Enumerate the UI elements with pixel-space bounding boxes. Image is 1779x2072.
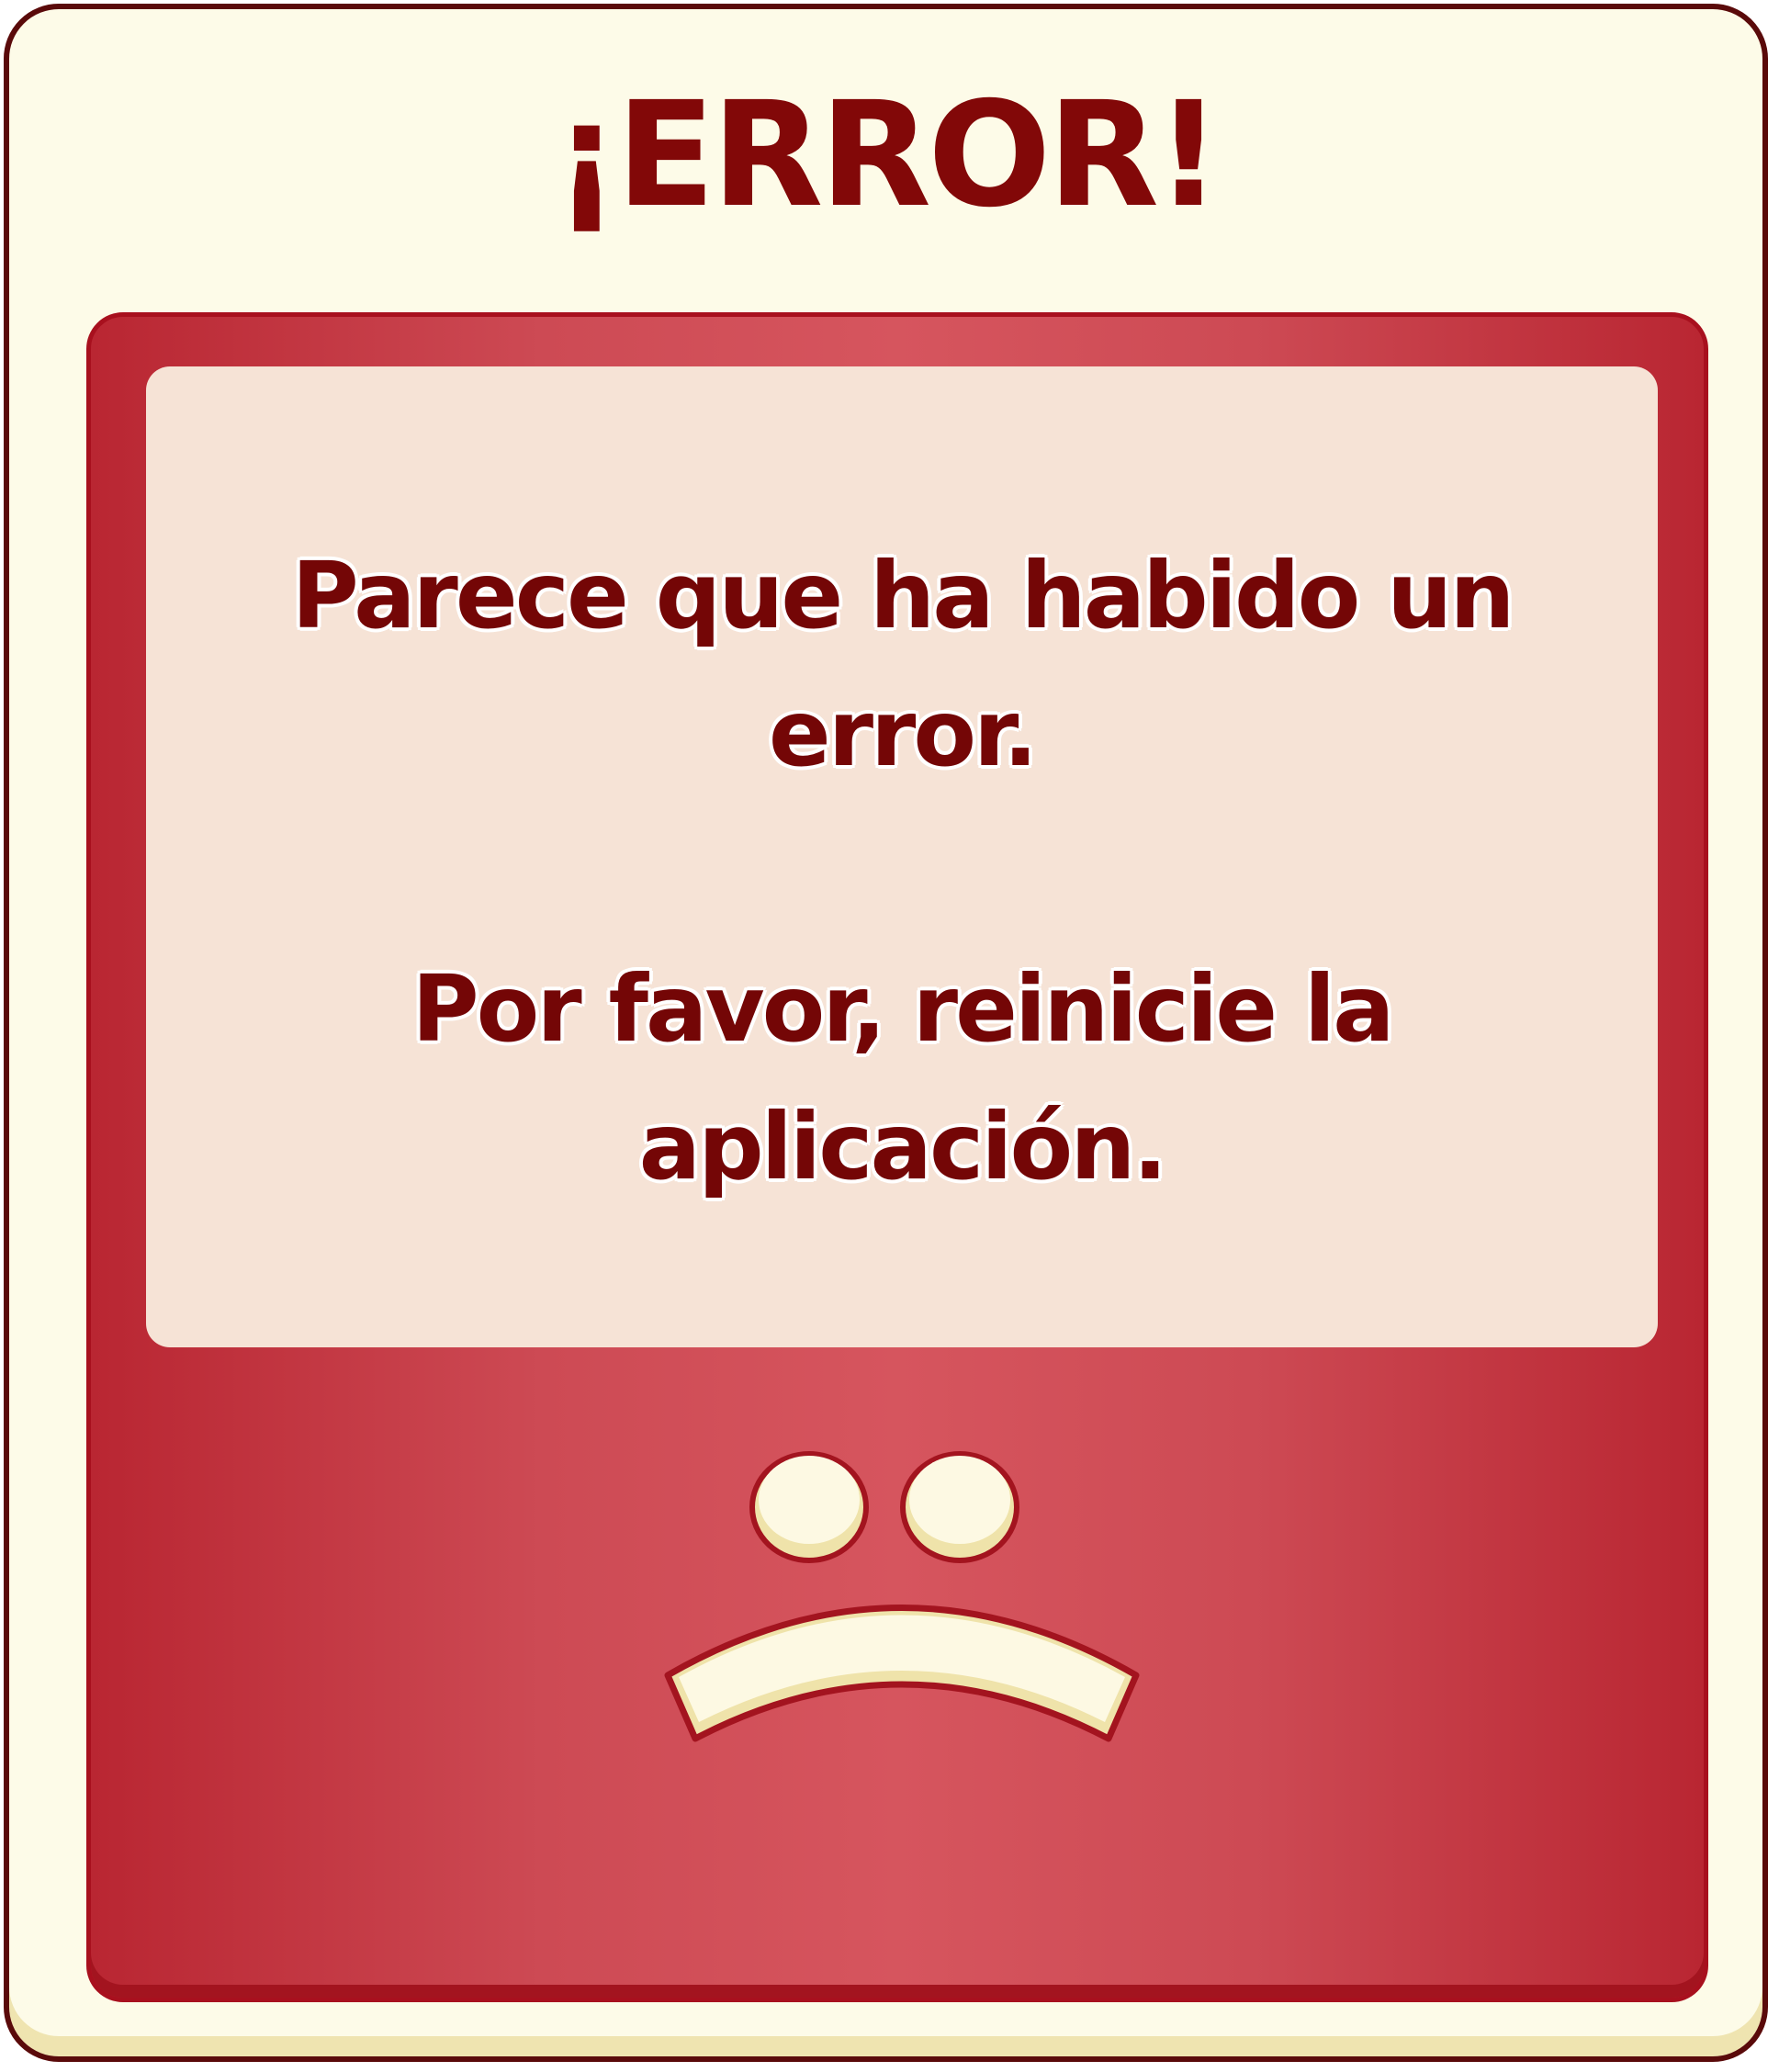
frown-mouth-icon <box>664 1605 1140 1742</box>
error-dialog: ¡ERROR! Parece que ha habido un error. P… <box>4 4 1768 2062</box>
dialog-title: ¡ERROR! <box>553 71 1222 240</box>
left-eye-icon <box>749 1451 869 1563</box>
restart-instruction: Por favor, reinicie la aplicación. <box>411 955 1394 1200</box>
right-eye-icon <box>900 1451 1019 1563</box>
error-message: Parece que ha habido un error. <box>291 542 1514 787</box>
error-panel: Parece que ha habido un error. Por favor… <box>86 312 1708 2002</box>
message-box: Parece que ha habido un error. Por favor… <box>146 366 1658 1347</box>
